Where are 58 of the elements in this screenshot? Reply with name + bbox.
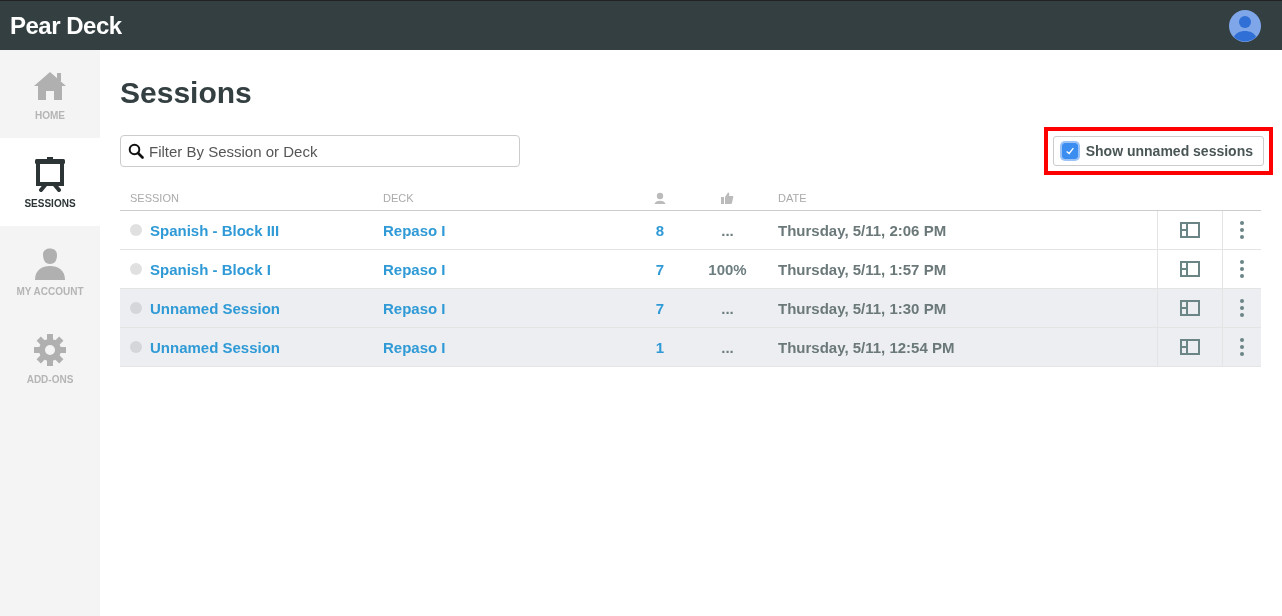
engagement-value: 100% [708, 260, 747, 278]
student-count[interactable]: 7 [655, 260, 665, 278]
deck-link[interactable]: Repaso I [383, 221, 446, 239]
more-button[interactable] [1238, 297, 1246, 319]
deck-link[interactable]: Repaso I [383, 338, 446, 356]
table-row[interactable]: Unnamed Session Repaso I 7 ... Thursday, 5/11, 1:30 PM [120, 289, 1261, 328]
column-header: SESSION [129, 192, 180, 204]
session-link[interactable]: Unnamed Session [150, 338, 281, 356]
status-dot [130, 263, 142, 275]
status-dot [130, 341, 142, 353]
session-link[interactable]: Spanish - Block I [150, 260, 271, 278]
person-icon [654, 192, 666, 204]
student-count[interactable]: 1 [655, 338, 665, 356]
table-row[interactable]: Spanish - Block III Repaso I 8 ... Thursday, 5/11, 2:06 PM [120, 211, 1261, 250]
more-icon [1240, 260, 1244, 278]
engagement-value: ... [721, 338, 734, 356]
deck-link[interactable]: Repaso I [383, 260, 446, 278]
filter-field[interactable]: Filter By Session or Deck [120, 135, 520, 167]
page-title: Sessions [120, 76, 253, 110]
engagement-value: ... [721, 299, 734, 317]
app-logo[interactable]: Pear Deck [10, 11, 122, 40]
student-count[interactable]: 8 [655, 221, 665, 239]
layout-icon [1180, 339, 1200, 355]
layout-button[interactable] [1178, 259, 1202, 279]
layout-icon [1180, 261, 1200, 277]
gear-icon [32, 331, 68, 368]
date-text: Thursday, 5/11, 12:54 PM [778, 338, 955, 356]
deck-link[interactable]: Repaso I [383, 299, 446, 317]
avatar-icon[interactable] [1229, 9, 1261, 42]
show-unnamed-checkbox[interactable]: Show unnamed sessions [1052, 136, 1264, 166]
student-count[interactable]: 7 [655, 299, 665, 317]
engagement-value: ... [721, 221, 734, 239]
table-row[interactable]: Unnamed Session Repaso I 1 ... Thursday, 5/11, 12:54 PM [120, 328, 1261, 367]
checkbox[interactable] [1061, 143, 1078, 159]
status-dot [130, 302, 142, 314]
easel-icon [32, 155, 68, 192]
layout-button[interactable] [1178, 220, 1202, 240]
session-link[interactable]: Unnamed Session [150, 299, 281, 317]
more-button[interactable] [1238, 219, 1246, 241]
date-text: Thursday, 5/11, 1:57 PM [778, 260, 947, 278]
more-icon [1240, 338, 1244, 356]
status-dot [130, 224, 142, 236]
thumbs-up-icon [721, 192, 734, 204]
more-button[interactable] [1238, 336, 1246, 358]
column-header: DECK [382, 192, 415, 204]
more-button[interactable] [1238, 258, 1246, 280]
date-text: Thursday, 5/11, 1:30 PM [778, 299, 947, 317]
layout-icon [1180, 300, 1200, 316]
check-icon [1064, 146, 1075, 156]
nav-item[interactable]: SESSIONS [0, 138, 100, 226]
layout-icon [1180, 222, 1200, 238]
more-icon [1240, 221, 1244, 239]
layout-button[interactable] [1178, 337, 1202, 357]
date-text: Thursday, 5/11, 2:06 PM [778, 221, 947, 239]
column-header: DATE [777, 192, 808, 204]
more-icon [1240, 299, 1244, 317]
layout-button[interactable] [1178, 298, 1202, 318]
session-link[interactable]: Spanish - Block III [150, 221, 280, 239]
